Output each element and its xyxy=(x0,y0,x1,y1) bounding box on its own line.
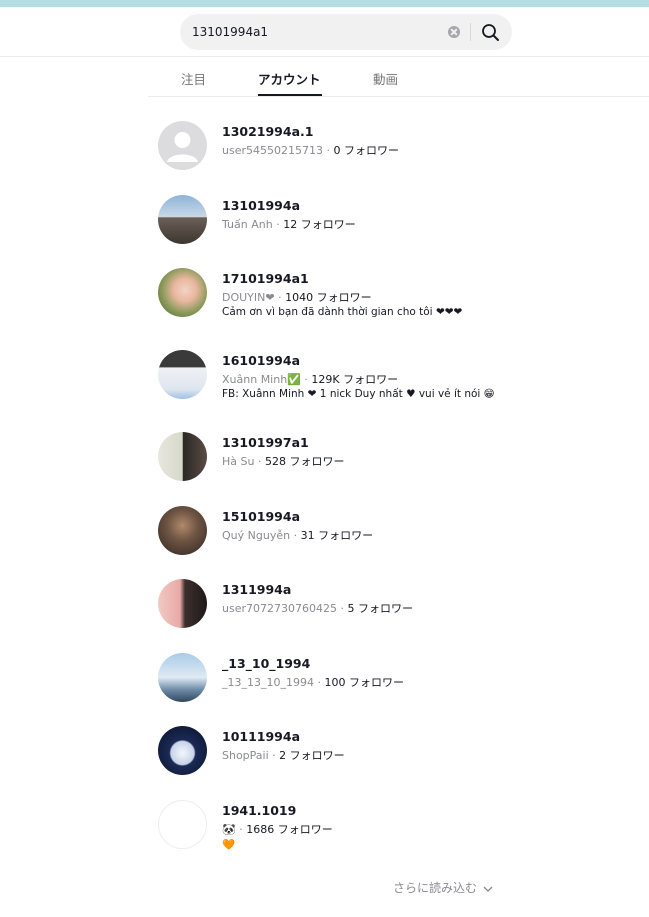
account-meta: Hà Su · 528 フォロワー xyxy=(222,455,345,468)
search-tabs: 注目 アカウント 動画 xyxy=(148,57,649,97)
top-strip xyxy=(0,0,649,7)
account-username[interactable]: 10111994a xyxy=(222,729,300,744)
account-nickname: user54550215713 xyxy=(222,144,323,157)
account-meta: Tuấn Anh · 12 フォロワー xyxy=(222,218,356,231)
default-avatar-icon xyxy=(167,132,198,162)
avatar[interactable] xyxy=(158,432,207,481)
load-more-label: さらに読み込む xyxy=(393,881,478,895)
account-nickname: 🐼 xyxy=(222,823,236,836)
account-row[interactable]: 13101997a1 Hà Su · 528 フォロワー xyxy=(158,432,598,492)
account-row[interactable]: 1311994a user7072730760425 · 5 フォロワー xyxy=(158,579,598,639)
account-row[interactable]: _13_10_1994 _13_13_10_1994 · 100 フォロワー xyxy=(158,653,598,713)
follower-count: 100 フォロワー xyxy=(324,676,405,689)
search-button[interactable] xyxy=(476,18,506,46)
account-username[interactable]: 16101994a xyxy=(222,353,300,368)
avatar[interactable] xyxy=(158,350,207,399)
search-box xyxy=(180,14,512,50)
account-username[interactable]: 1311994a xyxy=(222,582,291,597)
search-input[interactable] xyxy=(192,14,442,50)
tab-videos[interactable]: 動画 xyxy=(373,69,398,88)
account-nickname: Quý Nguyễn xyxy=(222,529,291,542)
account-nickname: ShopPaii xyxy=(222,749,269,762)
account-username[interactable]: 1941.1019 xyxy=(222,803,296,818)
account-meta: 🐼 · 1686 フォロワー xyxy=(222,823,333,836)
account-username[interactable]: 17101994a1 xyxy=(222,271,309,286)
follower-count: 129K フォロワー xyxy=(311,373,399,386)
account-username[interactable]: 13021994a.1 xyxy=(222,124,313,139)
avatar[interactable] xyxy=(158,121,207,170)
follower-count: 2 フォロワー xyxy=(279,749,345,762)
avatar[interactable] xyxy=(158,653,207,702)
account-nickname: user7072730760425 xyxy=(222,602,337,615)
avatar[interactable] xyxy=(158,506,207,555)
account-username[interactable]: 15101994a xyxy=(222,509,300,524)
account-row[interactable]: 1941.1019 🐼 · 1686 フォロワー 🧡 xyxy=(158,800,598,860)
account-meta: _13_13_10_1994 · 100 フォロワー xyxy=(222,676,405,689)
account-nickname: Tuấn Anh xyxy=(222,218,273,231)
account-row[interactable]: 17101994a1 DOUYIN❤ · 1040 フォロワー Cảm ơn v… xyxy=(158,268,598,328)
account-row[interactable]: 16101994a Xuânn Minh✅ · 129K フォロワー FB: X… xyxy=(158,350,598,410)
follower-count: 5 フォロワー xyxy=(347,602,413,615)
avatar[interactable] xyxy=(158,268,207,317)
account-meta: DOUYIN❤ · 1040 フォロワー xyxy=(222,291,372,304)
follower-count: 31 フォロワー xyxy=(300,529,374,542)
header xyxy=(0,7,649,57)
account-row[interactable]: 13101994a Tuấn Anh · 12 フォロワー xyxy=(158,195,598,255)
follower-count: 1040 フォロワー xyxy=(285,291,372,304)
account-meta: Xuânn Minh✅ · 129K フォロワー xyxy=(222,373,399,386)
account-row[interactable]: 13021994a.1 user54550215713 · 0 フォロワー xyxy=(158,121,598,181)
account-nickname: Xuânn Minh✅ xyxy=(222,373,301,386)
account-row[interactable]: 10111994a ShopPaii · 2 フォロワー xyxy=(158,726,598,786)
follower-count: 1686 フォロワー xyxy=(246,823,333,836)
search-divider xyxy=(470,23,471,41)
account-nickname: Hà Su xyxy=(222,455,255,468)
follower-count: 0 フォロワー xyxy=(333,144,399,157)
follower-count: 12 フォロワー xyxy=(283,218,356,231)
account-meta: user54550215713 · 0 フォロワー xyxy=(222,144,399,157)
account-username[interactable]: 13101997a1 xyxy=(222,435,309,450)
account-bio: FB: Xuânn Minh ❤ 1 nick Duy nhất ♥ vui v… xyxy=(222,388,495,400)
account-username[interactable]: 13101994a xyxy=(222,198,300,213)
account-username[interactable]: _13_10_1994 xyxy=(222,656,310,671)
tab-accounts[interactable]: アカウント xyxy=(258,69,321,88)
account-row[interactable]: 15101994a Quý Nguyễn · 31 フォロワー xyxy=(158,506,598,566)
avatar[interactable] xyxy=(158,726,207,775)
account-bio: 🧡 xyxy=(222,839,236,851)
clear-icon[interactable] xyxy=(448,26,460,38)
avatar[interactable] xyxy=(158,195,207,244)
account-meta: user7072730760425 · 5 フォロワー xyxy=(222,602,413,615)
active-tab-indicator xyxy=(258,94,322,96)
tab-top[interactable]: 注目 xyxy=(181,69,206,88)
search-icon xyxy=(482,24,499,41)
avatar[interactable] xyxy=(158,579,207,628)
account-bio: Cảm ơn vì bạn đã dành thời gian cho tôi … xyxy=(222,306,463,318)
account-meta: ShopPaii · 2 フォロワー xyxy=(222,749,345,762)
follower-count: 528 フォロワー xyxy=(264,455,345,468)
avatar[interactable] xyxy=(158,800,207,849)
account-meta: Quý Nguyễn · 31 フォロワー xyxy=(222,529,374,542)
chevron-down-icon xyxy=(483,886,493,892)
account-nickname: _13_13_10_1994 xyxy=(222,676,314,689)
load-more-button[interactable]: さらに読み込む xyxy=(393,879,493,896)
account-nickname: DOUYIN❤ xyxy=(222,291,275,304)
